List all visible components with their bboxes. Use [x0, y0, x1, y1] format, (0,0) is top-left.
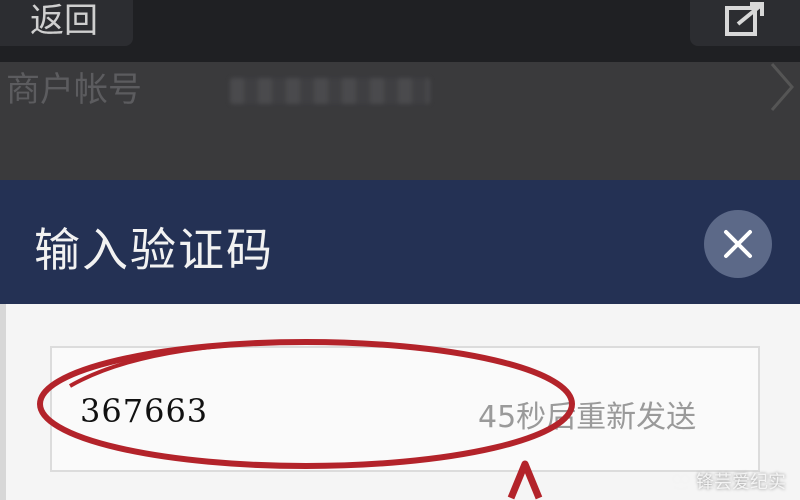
account-row[interactable]: 商户帐号 [0, 62, 800, 180]
share-button[interactable] [690, 0, 800, 46]
top-bar: 返回 [0, 0, 800, 62]
share-icon [725, 2, 764, 36]
account-value-masked [230, 78, 430, 104]
arrow-annotation-icon [507, 460, 543, 500]
highlight-ellipse [37, 339, 575, 469]
close-icon [724, 230, 752, 258]
dialog-header: 输入验证码 [0, 180, 800, 304]
chevron-right-icon [770, 63, 794, 111]
back-button[interactable]: 返回 [0, 0, 133, 46]
watermark-logo-icon [672, 474, 690, 490]
watermark: 锋芸爱纪实 [670, 468, 786, 494]
close-button[interactable] [704, 210, 772, 278]
dialog-edge [0, 304, 6, 500]
back-button-label: 返回 [30, 1, 98, 41]
watermark-text: 锋芸爱纪实 [696, 472, 786, 493]
account-label: 商户帐号 [6, 70, 142, 110]
dialog-title: 输入验证码 [34, 223, 274, 277]
